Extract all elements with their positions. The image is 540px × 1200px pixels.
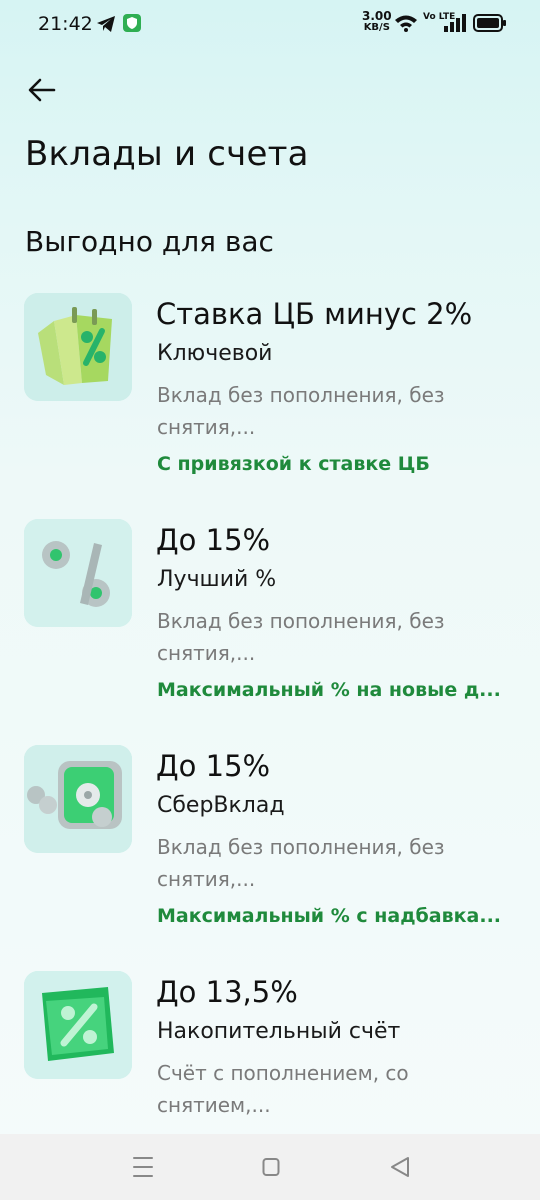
- system-back-button[interactable]: [390, 1156, 410, 1182]
- product-name: СберВклад: [157, 793, 285, 818]
- wallet-percent-icon: [24, 971, 132, 1079]
- battery-icon: [473, 14, 507, 36]
- arrow-left-icon: [28, 78, 56, 102]
- triangle-back-icon: [391, 1157, 409, 1177]
- product-card-savings-account[interactable]: До 13,5% Накопительный счёт Счёт с попол…: [0, 971, 540, 1121]
- product-tag: Максимальный % на новые д...: [157, 679, 501, 701]
- product-description: Вклад без пополнения, без снятия,...: [157, 835, 445, 891]
- menu-icon: [133, 1157, 153, 1177]
- back-button[interactable]: [24, 72, 60, 108]
- percent-sign-icon: [24, 519, 132, 627]
- product-card-key-rate[interactable]: Ставка ЦБ минус 2% Ключевой Вклад без по…: [0, 293, 540, 493]
- product-rate: Ставка ЦБ минус 2%: [156, 297, 473, 331]
- page-title: Вклады и счета: [25, 134, 309, 174]
- shield-icon: [122, 13, 142, 37]
- net-speed-value: 3.00: [362, 9, 392, 23]
- home-button[interactable]: [262, 1157, 280, 1181]
- product-rate: До 15%: [156, 749, 271, 783]
- product-description: Вклад без пополнения, без снятия,...: [157, 383, 445, 439]
- status-time: 21:42: [38, 13, 93, 35]
- status-bar: 21:42 3.00 KB/S Vo LTE: [0, 0, 540, 48]
- product-card-sber-deposit[interactable]: До 15% СберВклад Вклад без пополнения, б…: [0, 745, 540, 945]
- safe-icon: [24, 745, 132, 853]
- telegram-icon: [96, 15, 116, 37]
- product-description: Вклад без пополнения, без снятия,...: [157, 609, 445, 665]
- product-card-best-rate[interactable]: До 15% Лучший % Вклад без пополнения, бе…: [0, 519, 540, 719]
- section-title: Выгодно для вас: [25, 225, 274, 258]
- product-description: Счёт с пополнением, со снятием,...: [157, 1061, 409, 1117]
- product-rate: До 13,5%: [156, 975, 298, 1009]
- product-name: Ключевой: [157, 341, 273, 366]
- recent-apps-button[interactable]: [133, 1156, 153, 1182]
- product-tag: Максимальный % с надбавка...: [157, 905, 502, 927]
- net-speed: 3.00 KB/S: [362, 9, 392, 33]
- system-nav-bar: [0, 1134, 540, 1200]
- calendar-percent-icon: [24, 293, 132, 401]
- wifi-icon: [394, 14, 418, 36]
- product-tag: С привязкой к ставке ЦБ: [157, 453, 430, 475]
- signal-icon: [443, 14, 467, 36]
- square-icon: [262, 1158, 280, 1176]
- product-rate: До 15%: [156, 523, 271, 557]
- product-name: Накопительный счёт: [157, 1019, 401, 1044]
- net-speed-unit: KB/S: [363, 22, 390, 33]
- product-name: Лучший %: [157, 567, 277, 592]
